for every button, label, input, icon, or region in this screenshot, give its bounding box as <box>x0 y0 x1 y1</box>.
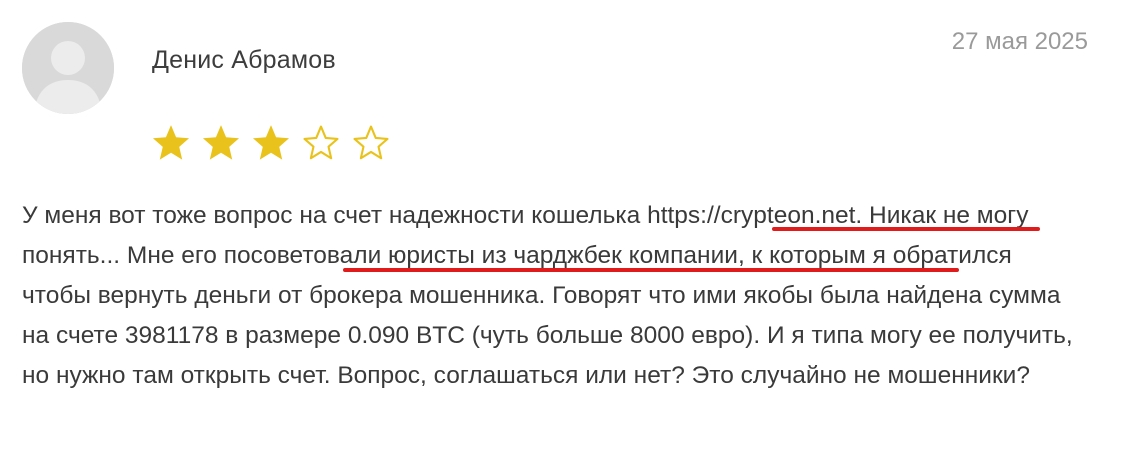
star-empty-icon <box>303 125 339 160</box>
star-empty-icon <box>353 125 389 160</box>
review-text-start: У меня вот тоже вопрос на счет надежност… <box>22 202 648 229</box>
star-filled-icon <box>252 125 290 160</box>
highlight-underline-mark <box>343 268 959 272</box>
author-name: Денис Абрамов <box>152 46 336 74</box>
review-card: Денис Абрамов 27 мая 2025 У меня вот тож… <box>0 0 1122 474</box>
link-underline-mark <box>772 227 1040 231</box>
review-text: У меня вот тоже вопрос на счет надежност… <box>22 196 1082 396</box>
review-date: 27 мая 2025 <box>951 28 1088 55</box>
review-link[interactable]: https://crypteon.net. <box>647 202 862 229</box>
star-filled-icon <box>152 125 190 160</box>
avatar[interactable] <box>22 22 114 114</box>
user-avatar-icon <box>22 22 114 114</box>
star-filled-icon <box>202 125 240 160</box>
review-highlight: Мне его посоветовали юристы из чарджбек <box>126 242 622 269</box>
star-rating <box>150 122 392 164</box>
